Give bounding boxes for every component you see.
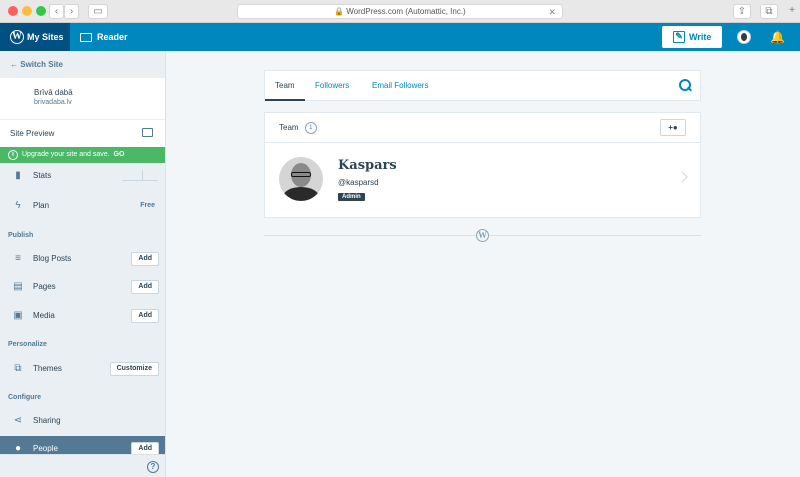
new-tab-icon[interactable]: + bbox=[785, 4, 799, 19]
pages-icon: ▤ bbox=[13, 281, 23, 292]
member-username: @kasparsd bbox=[338, 178, 379, 187]
switch-site-link[interactable]: ← Switch Site bbox=[0, 51, 165, 78]
stop-loading-icon[interactable]: ✕ bbox=[548, 5, 556, 19]
stats-sparkline bbox=[122, 170, 158, 181]
address-bar[interactable]: 🔒 WordPress.com (Automattic, Inc.) ✕ bbox=[237, 4, 563, 19]
site-name: Brīvā dabā bbox=[34, 88, 73, 97]
zoom-window-button[interactable] bbox=[36, 6, 46, 16]
my-sites-label: My Sites bbox=[27, 32, 64, 42]
upgrade-text: Upgrade your site and save. bbox=[22, 151, 110, 158]
user-avatar[interactable] bbox=[737, 30, 751, 44]
add-blog-post-button[interactable]: Add bbox=[131, 252, 159, 266]
lock-icon: 🔒 bbox=[334, 7, 345, 16]
browser-toolbar: ‹ › ▭ 🔒 WordPress.com (Automattic, Inc.) … bbox=[0, 0, 800, 23]
add-person-icon: +● bbox=[668, 123, 678, 132]
sidebar-item-stats[interactable]: ▮ Stats bbox=[0, 163, 165, 189]
add-media-button[interactable]: Add bbox=[131, 309, 159, 323]
notifications-bell-icon[interactable]: 🔔 bbox=[770, 30, 785, 44]
wordpress-logo-icon: W bbox=[10, 30, 24, 44]
sidebar-toggle-icon[interactable]: ▭ bbox=[88, 4, 108, 19]
add-page-button[interactable]: Add bbox=[131, 280, 159, 294]
team-member-row[interactable]: Kaspars @kasparsd Admin bbox=[264, 143, 701, 218]
reader-icon bbox=[80, 33, 92, 42]
sidebar-footer: ? bbox=[0, 454, 165, 477]
chevron-right-icon bbox=[676, 171, 688, 183]
my-sites-button[interactable]: W My Sites bbox=[0, 23, 70, 51]
tab-email-followers[interactable]: Email Followers bbox=[362, 71, 438, 101]
sidebar-item-media[interactable]: ▣ Media Add bbox=[0, 303, 165, 329]
sidebar-item-sharing[interactable]: ⋖ Sharing bbox=[0, 408, 165, 434]
stats-label: Stats bbox=[33, 171, 52, 180]
pages-label: Pages bbox=[33, 282, 56, 291]
search-icon[interactable] bbox=[679, 79, 692, 92]
team-count-badge: 1 bbox=[304, 121, 317, 134]
write-label: Write bbox=[689, 32, 712, 42]
masterbar: W My Sites Reader ✎ Write 🔔 bbox=[0, 23, 800, 51]
url-text: WordPress.com (Automattic, Inc.) bbox=[346, 7, 466, 16]
share-icon[interactable]: ⇪ bbox=[733, 4, 751, 19]
help-icon[interactable]: ? bbox=[147, 461, 159, 473]
sidebar-item-blog-posts[interactable]: ≡ Blog Posts Add bbox=[0, 246, 165, 272]
customize-button[interactable]: Customize bbox=[109, 362, 159, 376]
pencil-icon: ✎ bbox=[673, 31, 685, 43]
sidebar-item-themes[interactable]: ⧉ Themes Customize bbox=[0, 356, 165, 382]
back-button[interactable]: ‹ bbox=[49, 4, 64, 19]
sharing-label: Sharing bbox=[33, 416, 61, 425]
share-nodes-icon: ⋖ bbox=[13, 415, 23, 426]
site-preview-item[interactable]: Site Preview bbox=[0, 119, 165, 147]
tab-team[interactable]: Team bbox=[265, 71, 305, 101]
media-image-icon: ▣ bbox=[13, 310, 23, 321]
themes-label: Themes bbox=[33, 364, 62, 373]
team-list-header: Team 1 +● bbox=[264, 112, 701, 143]
forward-button[interactable]: › bbox=[64, 4, 79, 19]
site-domain: brivadaba.lv bbox=[34, 99, 72, 106]
configure-heading: Configure bbox=[8, 394, 42, 401]
upgrade-nudge[interactable]: i Upgrade your site and save. GO bbox=[0, 147, 165, 163]
reader-label: Reader bbox=[97, 32, 128, 42]
reader-button[interactable]: Reader bbox=[80, 23, 128, 51]
publish-heading: Publish bbox=[8, 232, 34, 239]
sidebar-item-plan[interactable]: ϟ Plan Free bbox=[0, 193, 165, 219]
plan-label: Plan bbox=[33, 201, 50, 210]
switch-site-label: Switch Site bbox=[20, 60, 63, 69]
minimize-window-button[interactable] bbox=[22, 6, 32, 16]
themes-icon: ⧉ bbox=[14, 363, 22, 374]
current-site-card[interactable]: Brīvā dabā brivadaba.lv bbox=[0, 78, 165, 119]
member-role-badge: Admin bbox=[338, 193, 365, 201]
info-icon: i bbox=[8, 150, 18, 160]
stats-bar-icon: ▮ bbox=[15, 170, 21, 181]
media-label: Media bbox=[33, 311, 55, 320]
write-button[interactable]: ✎ Write bbox=[662, 26, 722, 48]
tab-followers[interactable]: Followers bbox=[305, 71, 359, 101]
plan-value: Free bbox=[140, 202, 155, 209]
people-label: People bbox=[33, 444, 58, 453]
site-preview-label: Site Preview bbox=[10, 129, 55, 138]
wordpress-footer-logo-icon: W bbox=[476, 229, 489, 242]
people-section-nav: Team Followers Email Followers bbox=[264, 70, 701, 101]
tabs-overview-icon[interactable]: ⧉ bbox=[760, 4, 778, 19]
arrow-left-icon: ← bbox=[10, 60, 18, 69]
monitor-icon bbox=[142, 128, 153, 137]
invite-people-button[interactable]: +● bbox=[660, 119, 686, 136]
member-name: Kaspars bbox=[338, 158, 397, 173]
sidebar-item-pages[interactable]: ▤ Pages Add bbox=[0, 274, 165, 300]
member-avatar bbox=[279, 157, 323, 201]
posts-icon: ≡ bbox=[15, 253, 21, 264]
team-label: Team bbox=[279, 123, 299, 132]
upgrade-go-link[interactable]: GO bbox=[114, 151, 125, 158]
plan-bolt-icon: ϟ bbox=[15, 200, 21, 211]
close-window-button[interactable] bbox=[8, 6, 18, 16]
blog-posts-label: Blog Posts bbox=[33, 254, 72, 263]
sidebar: ← Switch Site Brīvā dabā brivadaba.lv Si… bbox=[0, 51, 166, 477]
personalize-heading: Personalize bbox=[8, 341, 47, 348]
